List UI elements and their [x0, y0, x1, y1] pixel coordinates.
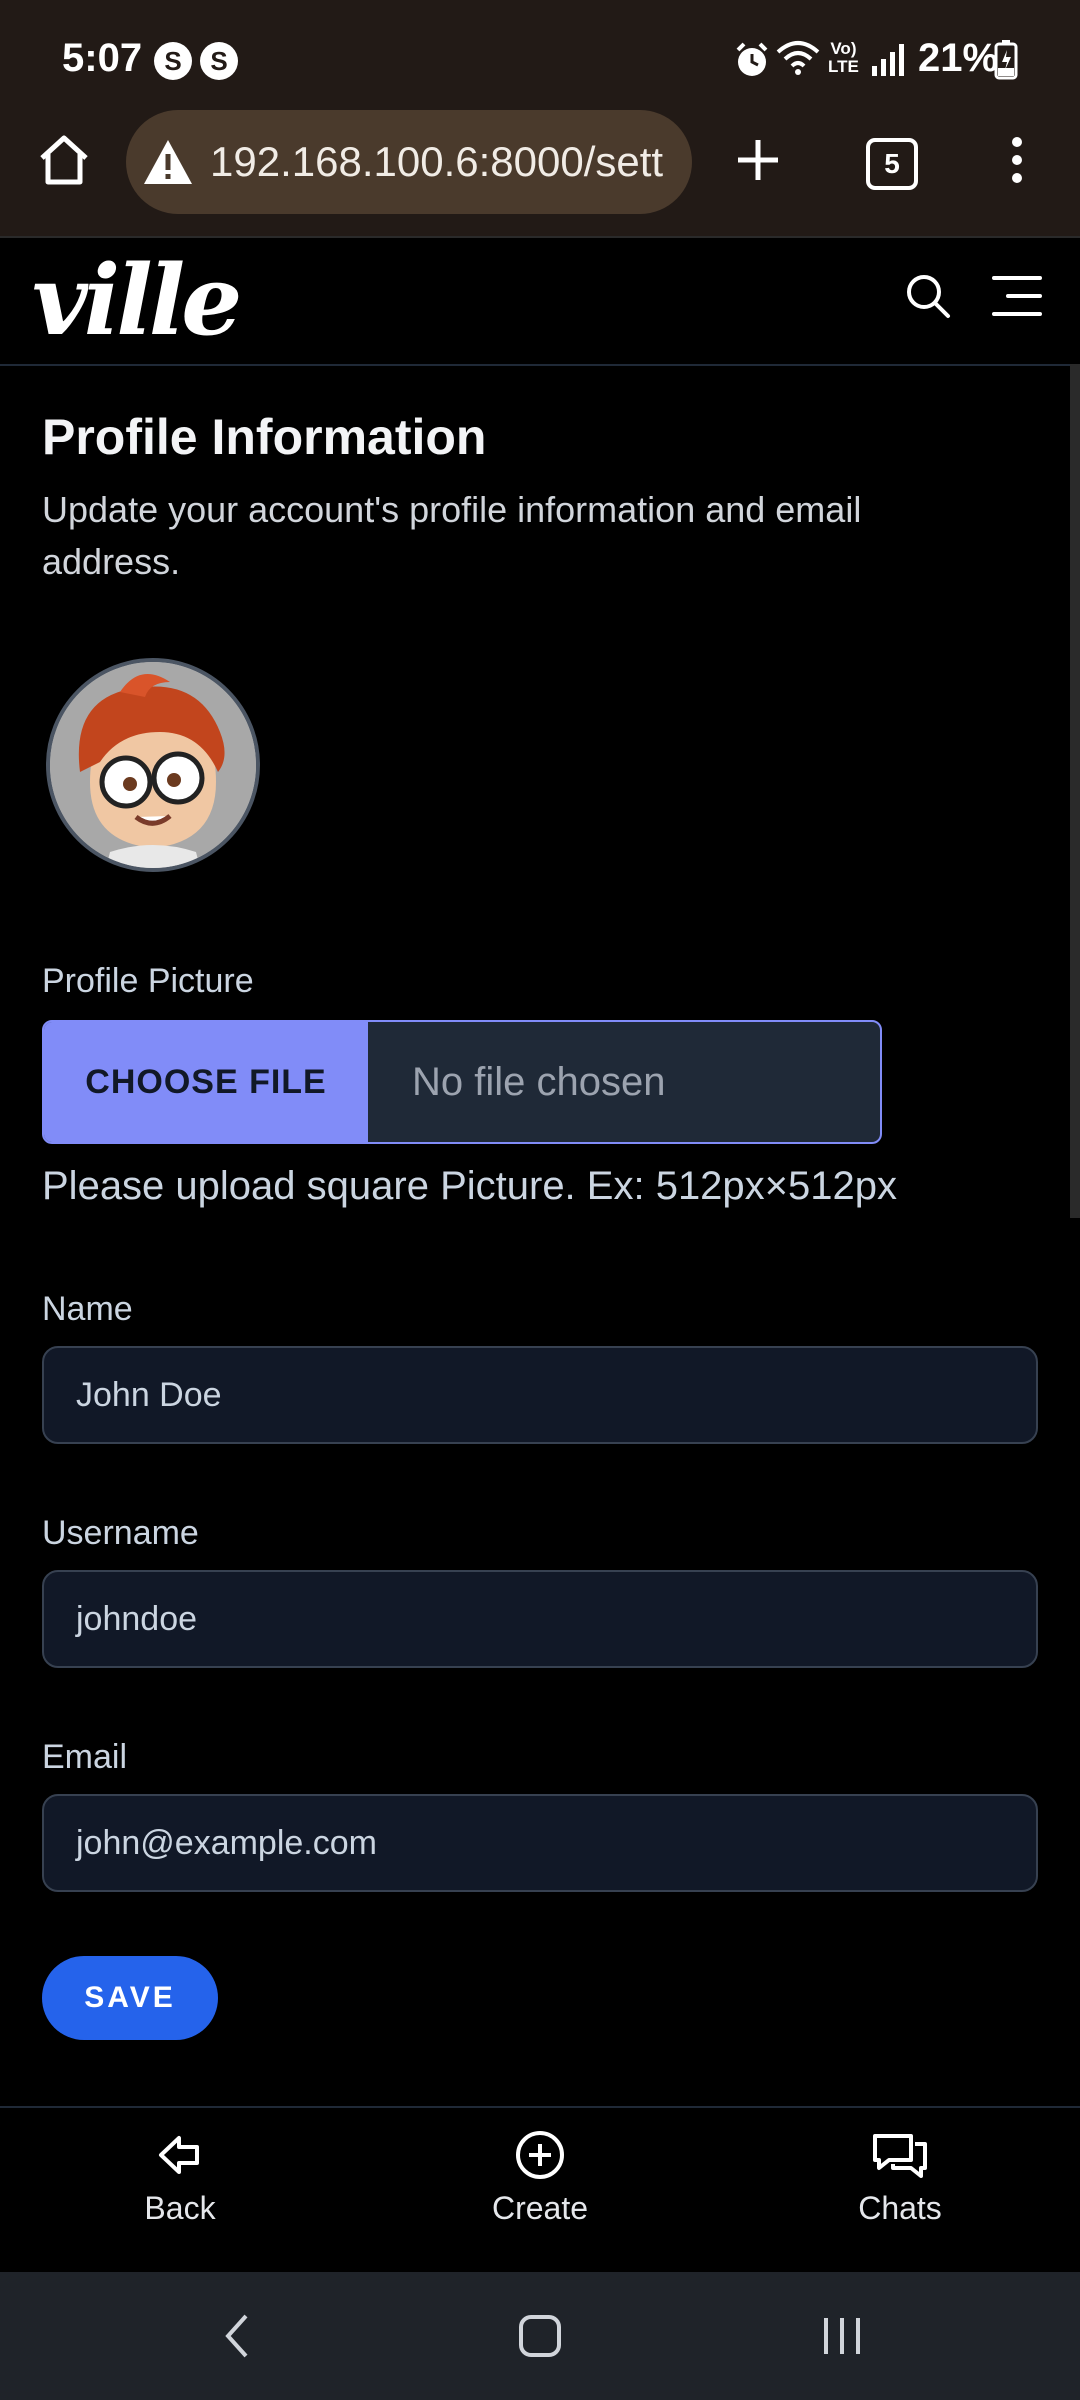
notification-s-icon: S: [200, 42, 238, 80]
nav-back-label[interactable]: Back: [144, 2190, 215, 2226]
email-label: Email: [42, 1738, 128, 1776]
plus-circle-icon[interactable]: [515, 2130, 565, 2180]
home-icon[interactable]: [36, 132, 92, 188]
system-home-icon[interactable]: [518, 2314, 562, 2358]
address-bar[interactable]: 192.168.100.6:8000/sett: [126, 110, 692, 214]
search-icon[interactable]: [904, 272, 952, 320]
profile-picture-label: Profile Picture: [42, 962, 254, 1000]
ville-logo[interactable]: ville: [32, 244, 242, 357]
page-subtitle: Update your account's profile informatio…: [42, 489, 862, 582]
email-field[interactable]: john@example.com: [42, 1794, 1038, 1892]
name-label: Name: [42, 1290, 133, 1328]
url-text[interactable]: 192.168.100.6:8000/sett: [210, 138, 663, 186]
alarm-icon: [736, 42, 768, 76]
more-vert-icon[interactable]: [1002, 134, 1032, 186]
nav-create-label[interactable]: Create: [492, 2190, 588, 2226]
tab-switcher-button[interactable]: 5: [866, 138, 918, 190]
avatar: [46, 658, 260, 872]
battery-charging-icon: [994, 40, 1018, 80]
new-tab-plus-icon[interactable]: [734, 136, 782, 184]
system-back-icon[interactable]: [222, 2312, 252, 2360]
file-hint-text: Please upload square Picture. Ex: 512px×…: [42, 1164, 898, 1208]
nav-create[interactable]: Create: [440, 2130, 640, 2227]
file-status-text: No file chosen: [412, 1059, 666, 1104]
back-arrow-icon[interactable]: [155, 2130, 205, 2180]
choose-file-button[interactable]: CHOOSE FILE: [44, 1022, 368, 1142]
avatar-image: [50, 662, 256, 868]
username-field[interactable]: johndoe: [42, 1570, 1038, 1668]
save-button[interactable]: SAVE: [42, 1956, 218, 2040]
hamburger-menu-icon[interactable]: [988, 274, 1044, 318]
page-title: Profile Information: [42, 409, 487, 465]
notification-s-icon: S: [154, 42, 192, 80]
signal-icon: [872, 44, 904, 76]
nav-chats-label[interactable]: Chats: [858, 2190, 942, 2226]
wifi-icon: [776, 41, 820, 75]
chat-bubbles-icon[interactable]: [871, 2130, 929, 2180]
status-time: 5:07: [62, 36, 143, 80]
battery-percentage: 21%: [918, 36, 999, 80]
system-recents-icon[interactable]: [820, 2314, 864, 2358]
username-label: Username: [42, 1514, 199, 1552]
nav-back[interactable]: Back: [80, 2130, 280, 2227]
volte-icon: Vo) LTE: [828, 39, 859, 76]
name-field[interactable]: John Doe: [42, 1346, 1038, 1444]
not-secure-warning-icon[interactable]: [142, 138, 194, 186]
nav-chats[interactable]: Chats: [800, 2130, 1000, 2227]
profile-picture-file-input[interactable]: CHOOSE FILE No file chosen: [42, 1020, 882, 1144]
page-scrollbar[interactable]: [1070, 364, 1080, 1218]
